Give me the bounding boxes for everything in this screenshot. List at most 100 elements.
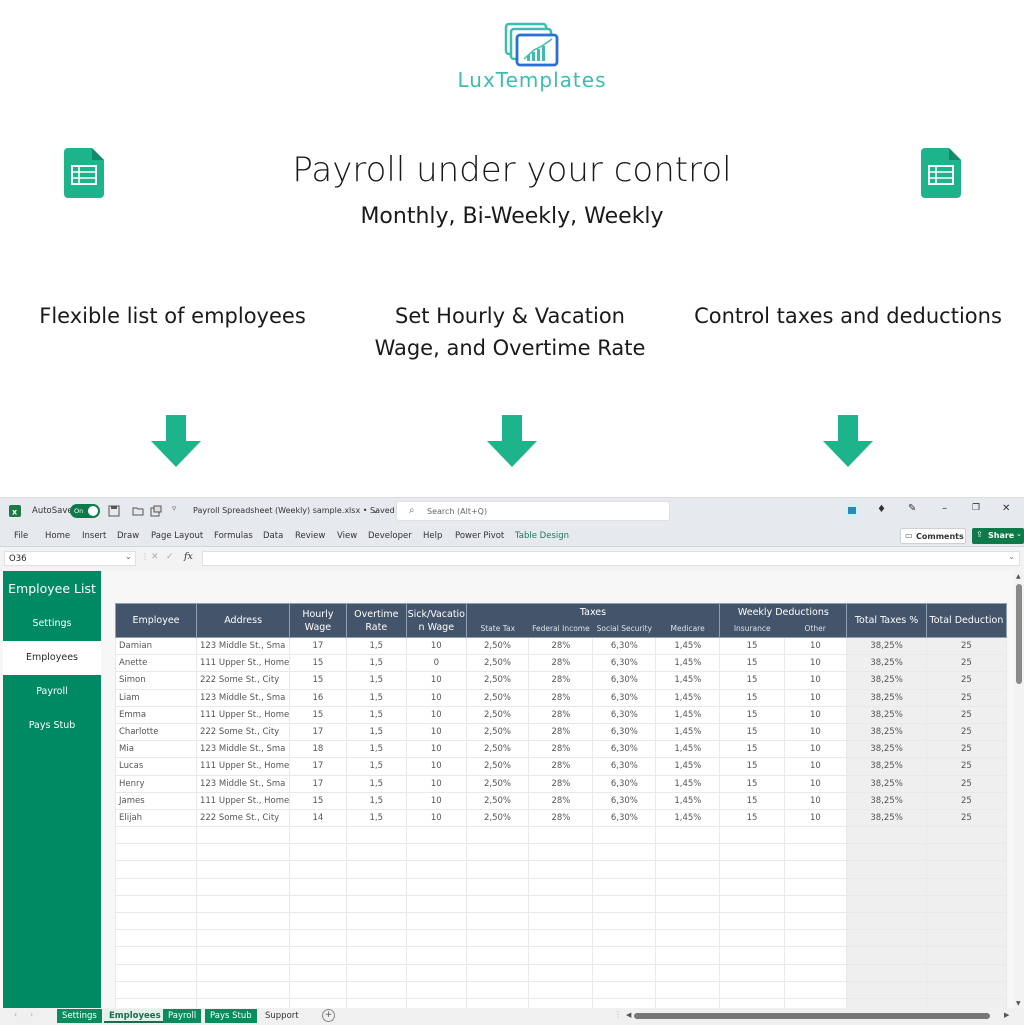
cell-hourly-wage[interactable]: 14 bbox=[289, 808, 347, 828]
empty-cell[interactable] bbox=[719, 843, 785, 862]
cell-total-deduction[interactable]: 25 bbox=[925, 705, 1008, 724]
empty-cell[interactable] bbox=[345, 877, 408, 896]
header-other[interactable]: Other bbox=[784, 620, 848, 638]
cell-other[interactable]: 10 bbox=[783, 688, 848, 707]
cell-hourly-wage[interactable]: 15 bbox=[289, 654, 347, 673]
cell-employee[interactable]: Mia bbox=[115, 740, 197, 759]
empty-cell[interactable] bbox=[465, 911, 530, 931]
cell-sick-vacation-wage[interactable]: 10 bbox=[406, 791, 467, 810]
cell-hourly-wage[interactable]: 15 bbox=[289, 671, 347, 690]
cell-hourly-wage[interactable]: 17 bbox=[289, 757, 347, 776]
cell-employee[interactable]: Liam bbox=[115, 688, 197, 707]
cell-total-deduction[interactable]: 25 bbox=[925, 774, 1008, 793]
cell-medicare[interactable]: 1,45% bbox=[655, 757, 721, 776]
empty-cell[interactable] bbox=[846, 843, 927, 862]
cell-insurance[interactable]: 15 bbox=[719, 636, 785, 656]
cell-address[interactable]: 111 Upper St., Home bbox=[195, 705, 291, 724]
empty-cell[interactable] bbox=[925, 980, 1008, 999]
empty-cell[interactable] bbox=[592, 843, 657, 862]
empty-cell[interactable] bbox=[345, 911, 408, 931]
cell-medicare[interactable]: 1,45% bbox=[655, 636, 721, 656]
cancel-entry-icon[interactable]: ✕ bbox=[151, 552, 159, 562]
empty-cell[interactable] bbox=[846, 911, 927, 931]
empty-cell[interactable] bbox=[783, 929, 848, 948]
cell-overtime-rate[interactable]: 1,5 bbox=[345, 722, 408, 742]
cell-hourly-wage[interactable]: 18 bbox=[289, 740, 347, 759]
cell-sick-vacation-wage[interactable]: 10 bbox=[406, 636, 467, 656]
cell-social-security[interactable]: 6,30% bbox=[592, 688, 657, 707]
empty-cell[interactable] bbox=[846, 877, 927, 896]
empty-cell[interactable] bbox=[289, 946, 347, 965]
cell-federal-income[interactable]: 28% bbox=[528, 740, 594, 759]
cell-total-taxes[interactable]: 38,25% bbox=[846, 740, 927, 759]
menu-help[interactable]: Help bbox=[423, 531, 442, 541]
empty-cell[interactable] bbox=[528, 843, 594, 862]
empty-cell[interactable] bbox=[406, 843, 467, 862]
cell-sick-vacation-wage[interactable]: 0 bbox=[406, 654, 467, 673]
empty-cell[interactable] bbox=[289, 929, 347, 948]
cell-medicare[interactable]: 1,45% bbox=[655, 791, 721, 810]
empty-cell[interactable] bbox=[655, 997, 721, 1008]
minimize-icon[interactable]: – bbox=[942, 503, 947, 514]
empty-cell[interactable] bbox=[115, 860, 197, 879]
cell-medicare[interactable]: 1,45% bbox=[655, 808, 721, 828]
empty-cell[interactable] bbox=[345, 980, 408, 999]
empty-cell[interactable] bbox=[345, 860, 408, 879]
cell-other[interactable]: 10 bbox=[783, 671, 848, 690]
cell-federal-income[interactable]: 28% bbox=[528, 757, 594, 776]
empty-cell[interactable] bbox=[925, 877, 1008, 896]
empty-cell[interactable] bbox=[195, 929, 291, 948]
cell-employee[interactable]: Henry bbox=[115, 774, 197, 793]
cell-total-deduction[interactable]: 25 bbox=[925, 654, 1008, 673]
empty-cell[interactable] bbox=[465, 946, 530, 965]
empty-cell[interactable] bbox=[783, 860, 848, 879]
empty-cell[interactable] bbox=[289, 997, 347, 1008]
cell-state-tax[interactable]: 2,50% bbox=[465, 774, 530, 793]
cell-address[interactable]: 111 Upper St., Home bbox=[195, 654, 291, 673]
empty-cell[interactable] bbox=[195, 980, 291, 999]
cell-address[interactable]: 111 Upper St., Home bbox=[195, 791, 291, 810]
empty-cell[interactable] bbox=[195, 843, 291, 862]
cell-total-deduction[interactable]: 25 bbox=[925, 808, 1008, 828]
empty-cell[interactable] bbox=[115, 877, 197, 896]
cell-employee[interactable]: Elijah bbox=[115, 808, 197, 828]
empty-cell[interactable] bbox=[783, 843, 848, 862]
cell-state-tax[interactable]: 2,50% bbox=[465, 654, 530, 673]
empty-cell[interactable] bbox=[719, 826, 785, 845]
hscroll-left-icon[interactable]: ◀ bbox=[626, 1011, 631, 1019]
cell-insurance[interactable]: 15 bbox=[719, 757, 785, 776]
empty-cell[interactable] bbox=[345, 997, 408, 1008]
cell-sick-vacation-wage[interactable]: 10 bbox=[406, 740, 467, 759]
cell-hourly-wage[interactable]: 17 bbox=[289, 722, 347, 742]
empty-cell[interactable] bbox=[528, 860, 594, 879]
empty-cell[interactable] bbox=[846, 894, 927, 914]
cell-sick-vacation-wage[interactable]: 10 bbox=[406, 688, 467, 707]
cell-other[interactable]: 10 bbox=[783, 791, 848, 810]
empty-cell[interactable] bbox=[783, 826, 848, 845]
comments-button[interactable]: ▭ Comments bbox=[900, 528, 966, 544]
cell-insurance[interactable]: 15 bbox=[719, 654, 785, 673]
empty-cell[interactable] bbox=[528, 929, 594, 948]
cell-insurance[interactable]: 15 bbox=[719, 808, 785, 828]
cell-total-taxes[interactable]: 38,25% bbox=[846, 671, 927, 690]
cell-total-deduction[interactable]: 25 bbox=[925, 671, 1008, 690]
empty-cell[interactable] bbox=[846, 997, 927, 1008]
empty-cell[interactable] bbox=[465, 997, 530, 1008]
cell-other[interactable]: 10 bbox=[783, 636, 848, 656]
sidebar-item-pays-stub[interactable]: Pays Stub bbox=[3, 709, 101, 743]
cell-overtime-rate[interactable]: 1,5 bbox=[345, 654, 408, 673]
cell-insurance[interactable]: 15 bbox=[719, 705, 785, 724]
cell-address[interactable]: 123 Middle St., Sma bbox=[195, 688, 291, 707]
empty-cell[interactable] bbox=[465, 929, 530, 948]
cell-total-deduction[interactable]: 25 bbox=[925, 791, 1008, 810]
cell-employee[interactable]: Lucas bbox=[115, 757, 197, 776]
cell-sick-vacation-wage[interactable]: 10 bbox=[406, 757, 467, 776]
empty-cell[interactable] bbox=[655, 980, 721, 999]
cell-address[interactable]: 123 Middle St., Sma bbox=[195, 636, 291, 656]
empty-cell[interactable] bbox=[655, 843, 721, 862]
cell-employee[interactable]: Damian bbox=[115, 636, 197, 656]
menu-file[interactable]: File bbox=[14, 531, 28, 541]
cell-total-deduction[interactable]: 25 bbox=[925, 688, 1008, 707]
cell-hourly-wage[interactable]: 17 bbox=[289, 774, 347, 793]
menu-table-design[interactable]: Table Design bbox=[515, 531, 569, 541]
